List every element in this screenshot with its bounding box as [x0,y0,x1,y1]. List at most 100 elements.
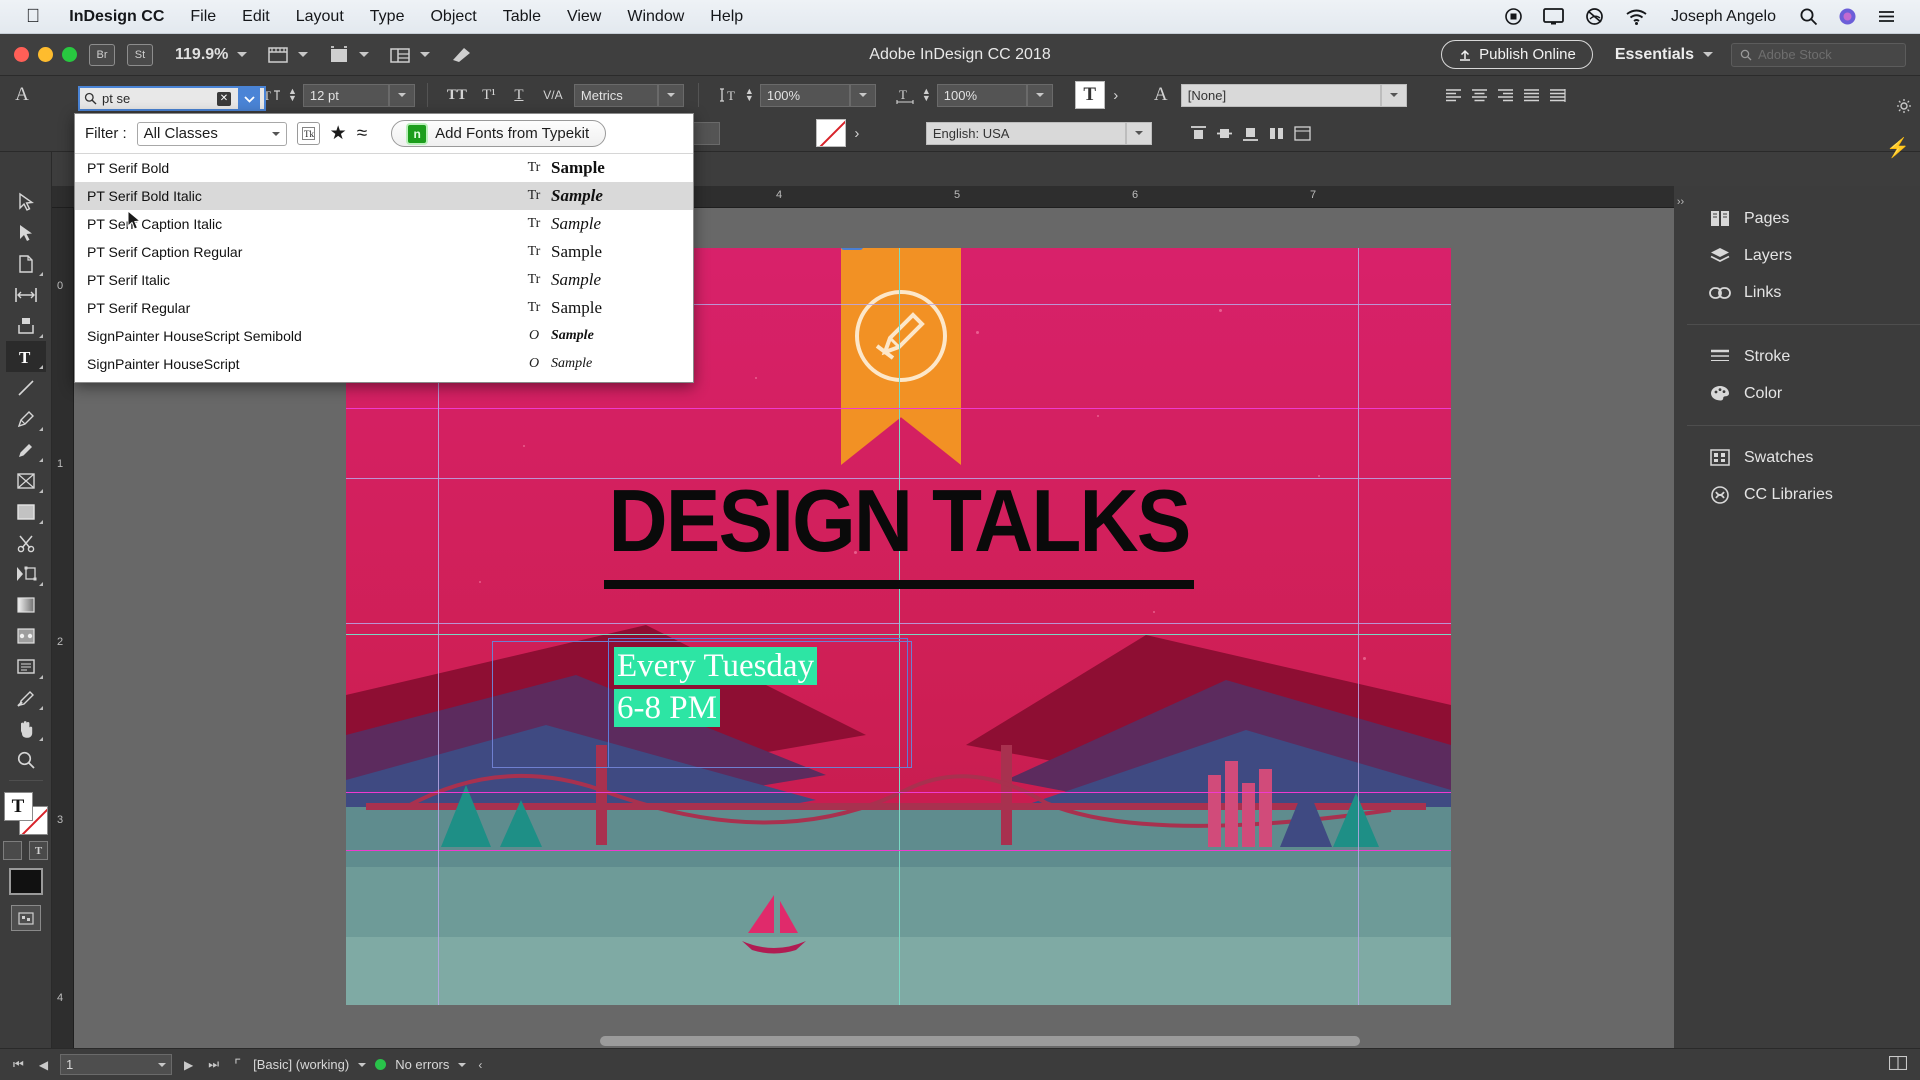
horizontal-scale-stepper[interactable]: ▲▼ [922,88,931,102]
master-page-icon[interactable]: ⌜ [231,1056,244,1074]
menu-item-view[interactable]: View [554,8,614,26]
gradient-swatch-tool[interactable] [6,589,46,620]
apply-color-button[interactable] [3,841,22,860]
guide-margin-right[interactable] [1358,248,1359,1005]
guide-magenta-ribbon[interactable] [346,408,1451,409]
guide-horizontal-mid[interactable] [346,623,1451,624]
gap-tool[interactable] [6,279,46,310]
presentation-mode-icon[interactable] [450,45,474,65]
font-list-item[interactable]: PT Serif Bold Italic Tr Sample [75,182,693,210]
fill-expand-icon[interactable]: › [1105,87,1127,104]
bridge-button[interactable]: Br [89,44,115,66]
text-frame-outline[interactable] [492,641,912,768]
menu-item-layout[interactable]: Layout [283,8,357,26]
stroke-expand-icon[interactable]: › [846,125,868,142]
free-transform-tool[interactable] [6,558,46,589]
align-justify-icon[interactable] [1519,88,1545,103]
menu-item-file[interactable]: File [177,8,229,26]
font-list-item[interactable]: PT Serif Bold Tr Sample [75,154,693,182]
master-page-label[interactable]: [Basic] (working) [253,1057,349,1072]
underline-button[interactable]: T [504,87,534,104]
record-icon[interactable] [1494,7,1533,26]
menu-app-name[interactable]: InDesign CC [56,8,177,26]
direct-selection-tool[interactable] [6,217,46,248]
pen-tool[interactable] [6,403,46,434]
menu-item-edit[interactable]: Edit [229,8,283,26]
all-caps-button[interactable]: TT [440,87,474,104]
close-button[interactable] [14,47,29,62]
font-size-dropdown[interactable] [389,84,415,107]
kerning-dropdown[interactable] [658,84,684,107]
fill-swatch[interactable]: T [4,792,33,821]
workspace-switcher[interactable]: Essentials [1615,46,1713,64]
selection-tool[interactable] [6,186,46,217]
clear-search-icon[interactable]: ✕ [217,92,231,106]
search-icon[interactable] [1789,7,1828,26]
rectangle-tool[interactable] [6,496,46,527]
eyedropper-tool[interactable] [6,682,46,713]
first-page-icon[interactable]: ⏮ [10,1057,27,1072]
gear-icon[interactable] [1896,98,1912,118]
workspace-dropdown-icon[interactable] [1703,52,1713,57]
minimize-button[interactable] [38,47,53,62]
language-field[interactable]: English: USA [926,122,1126,145]
text-frame-options-icon[interactable] [1290,126,1316,141]
guide-vertical-center[interactable] [899,248,900,1005]
filter-classes-select[interactable]: All Classes [137,122,287,146]
justify-all-icon[interactable] [1545,88,1571,103]
screen-mode-toolbar-button[interactable] [11,905,41,931]
font-list-item[interactable]: PT Serif Italic Tr Sample [75,266,693,294]
line-tool[interactable] [6,372,46,403]
menu-item-help[interactable]: Help [697,8,756,26]
adobe-stock-search[interactable]: Adobe Stock [1731,43,1906,67]
font-list[interactable]: PT Serif Bold Tr Sample PT Serif Bold It… [75,154,693,382]
align-right-icon[interactable] [1493,88,1519,103]
scissors-tool[interactable] [6,527,46,558]
align-bottom-icon[interactable] [1238,126,1264,141]
guide-horizontal-sub[interactable] [346,634,1451,635]
panel-item-links[interactable]: Links [1687,274,1920,311]
font-list-item[interactable]: PT Serif Caption Regular Tr Sample [75,238,693,266]
favorites-filter-icon[interactable]: ★ [330,122,347,145]
panel-item-layers[interactable]: Layers [1687,237,1920,274]
zoom-level-value[interactable]: 119.9% [175,46,228,64]
font-search-input[interactable]: pt se ✕ [78,86,266,111]
font-list-item[interactable]: PT Serif Regular Tr Sample [75,294,693,322]
ribbon-selection-handle[interactable] [841,248,863,250]
paragraph-style-dropdown[interactable] [1381,84,1407,107]
guide-magenta-water[interactable] [346,792,1451,793]
arrange-dropdown-icon[interactable] [420,52,430,57]
zoom-dropdown-icon[interactable] [237,52,247,57]
font-size-field[interactable]: 12 pt [303,84,389,107]
stock-button[interactable]: St [127,44,153,66]
menu-item-type[interactable]: Type [357,8,418,26]
font-size-stepper[interactable]: ▲▼ [288,88,297,102]
content-collector-tool[interactable] [6,310,46,341]
headline-text[interactable]: DESIGN TALKS [608,470,1189,572]
stroke-color-swatch[interactable] [816,119,846,147]
quick-apply-icon[interactable]: ⚡ [1886,136,1910,160]
type-tool[interactable]: T [6,341,46,372]
align-center-icon[interactable] [1467,88,1493,103]
screen-mode-dropdown-icon[interactable] [359,52,369,57]
apply-none-button[interactable] [9,868,43,895]
panel-item-pages[interactable]: Pages [1687,200,1920,237]
align-middle-icon[interactable] [1212,126,1238,141]
frame-tool[interactable] [6,465,46,496]
horizontal-scrollbar[interactable] [600,1036,1360,1046]
small-caps-button[interactable]: T¹ [474,87,504,104]
view-screen-mode-icon[interactable] [267,45,289,65]
page-layout-view-icon[interactable] [1886,1056,1910,1073]
character-formatting-icon[interactable]: A [0,84,44,106]
panel-item-stroke[interactable]: Stroke [1687,338,1920,375]
align-distribute-icon[interactable] [1264,126,1290,141]
formatting-affects-text-button[interactable]: T [29,841,48,860]
preflight-expand-icon[interactable]: ‹ [475,1058,485,1072]
font-list-panel[interactable]: Filter : All Classes Tk ★ ≈ n Add Fonts … [74,113,694,383]
align-top-icon[interactable] [1186,126,1212,141]
arrange-documents-icon[interactable] [389,45,411,65]
similar-fonts-icon[interactable]: ≈ [357,123,367,145]
menu-item-table[interactable]: Table [490,8,554,26]
maximize-button[interactable] [62,47,77,62]
font-list-item[interactable]: SignPainter HouseScript O Sample [75,350,693,378]
